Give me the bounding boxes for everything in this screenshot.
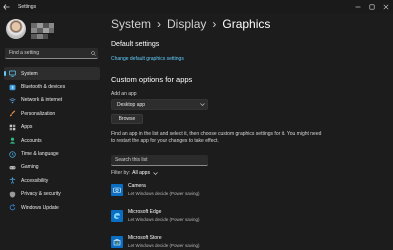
sidebar-item-accounts[interactable]: Accounts — [4, 134, 100, 147]
custom-options-heading: Custom options for apps — [111, 75, 193, 84]
sidebar-item-time-language[interactable]: Time & language — [4, 147, 100, 160]
app-list-search-placeholder: Search this list — [115, 157, 148, 163]
sidebar-item-windows-update[interactable]: Windows Update — [4, 201, 100, 214]
breadcrumb: System › Display › Graphics — [111, 17, 270, 31]
sidebar-item-label: Network & internet — [21, 97, 63, 104]
sidebar-item-label: Privacy & security — [21, 191, 61, 198]
avatar — [6, 19, 26, 39]
close-icon[interactable] — [379, 0, 393, 13]
maximize-icon[interactable] — [365, 0, 379, 13]
browse-button[interactable]: Browse — [111, 114, 143, 124]
sidebar-item-gaming[interactable]: Gaming — [4, 161, 100, 174]
app-list-item-camera[interactable]: Camera Let Windows decide (Power saving) — [111, 179, 393, 200]
filter-value: All apps — [132, 170, 150, 176]
sidebar-item-label: Personalization — [21, 110, 56, 117]
minimize-icon[interactable] — [351, 0, 365, 13]
sidebar-item-label: Bluetooth & devices — [21, 84, 66, 91]
page-title: Graphics — [222, 17, 271, 31]
custom-options-description: Find an app in the list and select it, t… — [111, 131, 322, 144]
app-type-dropdown[interactable]: Desktop app — [111, 99, 208, 110]
chevron-right-icon: › — [157, 17, 162, 31]
gamepad-icon — [8, 163, 17, 172]
sidebar-nav: System Bluetooth & devices Network & int… — [4, 67, 100, 214]
apps-icon — [8, 123, 17, 132]
globe-clock-icon — [8, 150, 17, 159]
filter-by[interactable]: Filter by: All apps — [111, 170, 158, 176]
app-type-dropdown-value: Desktop app — [117, 101, 146, 108]
main-content: System › Display › Graphics Default sett… — [111, 13, 393, 250]
sidebar-item-system[interactable]: System — [4, 67, 100, 81]
sidebar-item-accessibility[interactable]: Accessibility — [4, 174, 100, 187]
settings-search-input[interactable]: Find a setting — [5, 48, 98, 59]
sidebar-item-apps[interactable]: Apps — [4, 121, 100, 134]
window-controls — [351, 0, 393, 13]
update-icon — [8, 203, 17, 212]
settings-search-placeholder: Find a setting — [9, 50, 40, 56]
user-profile[interactable] — [6, 18, 100, 50]
browse-button-label: Browse — [118, 116, 136, 122]
app-list-item-store[interactable]: Microsoft Store Let Windows decide (Powe… — [111, 231, 393, 250]
filter-label: Filter by: — [111, 170, 131, 176]
app-list-item-edge[interactable]: Microsoft Edge Let Windows decide (Power… — [111, 205, 393, 226]
sidebar-item-personalization[interactable]: Personalization — [4, 107, 100, 120]
change-default-graphics-link[interactable]: Change default graphics settings — [111, 56, 184, 62]
sidebar: Find a setting System Bluetooth & device… — [0, 13, 102, 250]
chevron-right-icon: › — [212, 17, 217, 31]
sidebar-item-label: Windows Update — [21, 204, 59, 211]
sidebar-item-privacy-security[interactable]: Privacy & security — [4, 188, 100, 201]
monitor-icon — [8, 69, 17, 78]
app-name: Microsoft Store — [128, 235, 162, 242]
title-bar: Settings — [0, 0, 393, 13]
sidebar-item-bluetooth[interactable]: Bluetooth & devices — [4, 80, 100, 93]
store-icon — [111, 235, 123, 248]
bluetooth-icon — [8, 83, 17, 92]
app-list-search-input[interactable]: Search this list — [111, 155, 208, 166]
app-graphics-preference: Let Windows decide (Power saving) — [128, 242, 200, 248]
back-arrow-icon[interactable] — [0, 0, 12, 13]
app-graphics-preference: Let Windows decide (Power saving) — [128, 216, 200, 222]
sidebar-item-label: Time & language — [21, 151, 59, 158]
redacted-email — [31, 34, 48, 39]
chevron-down-icon — [197, 103, 207, 106]
app-name: Microsoft Edge — [128, 209, 162, 216]
breadcrumb-system[interactable]: System — [111, 17, 151, 31]
sidebar-item-label: Apps — [21, 124, 33, 131]
accessibility-icon — [8, 176, 17, 185]
sidebar-item-label: Accessibility — [21, 177, 49, 184]
camera-icon — [111, 183, 123, 196]
app-name: Camera — [128, 183, 146, 190]
app-graphics-preference: Let Windows decide (Power saving) — [128, 190, 200, 196]
chevron-down-icon — [153, 171, 158, 175]
sidebar-item-label: Accounts — [21, 137, 42, 144]
edge-icon — [111, 209, 123, 222]
sidebar-item-network[interactable]: Network & internet — [4, 94, 100, 107]
network-icon — [8, 96, 17, 105]
search-icon — [88, 48, 98, 59]
default-settings-heading: Default settings — [111, 41, 160, 48]
sidebar-item-label: System — [21, 70, 38, 77]
breadcrumb-display[interactable]: Display — [167, 17, 206, 31]
add-app-label: Add an app — [111, 91, 137, 97]
sidebar-item-label: Gaming — [21, 164, 39, 171]
redacted-name — [31, 23, 54, 33]
shield-icon — [8, 190, 17, 199]
brush-icon — [8, 109, 17, 118]
window-title: Settings — [18, 3, 37, 10]
person-icon — [8, 136, 17, 145]
